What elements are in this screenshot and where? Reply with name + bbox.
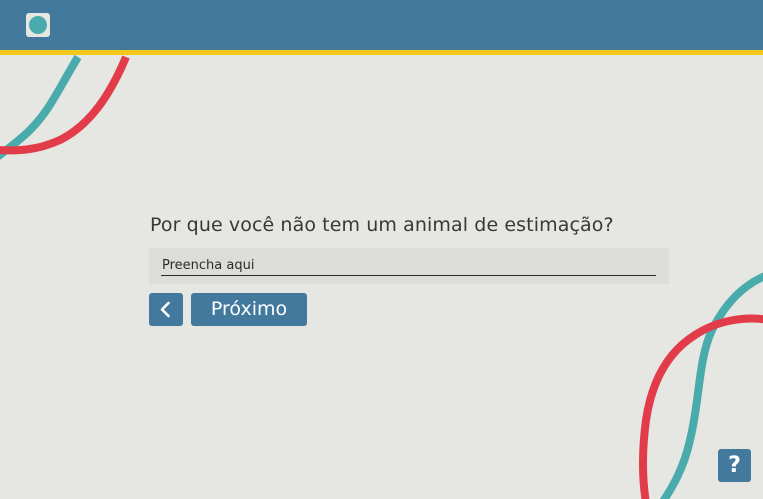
red-curve-top-left (0, 55, 130, 155)
answer-field-container (149, 248, 669, 284)
teal-curve-top-left (0, 54, 82, 160)
chevron-left-icon (160, 301, 170, 318)
help-button[interactable]: ? (718, 449, 751, 482)
top-bar (0, 0, 763, 50)
answer-input[interactable] (161, 255, 656, 276)
circle-logo-icon (29, 16, 47, 34)
top-bar-accent-line (0, 50, 763, 55)
next-button[interactable]: Próximo (191, 293, 307, 326)
back-button[interactable] (149, 293, 183, 326)
logo (26, 13, 50, 37)
question-label: Por que você não tem um animal de estima… (150, 214, 614, 236)
